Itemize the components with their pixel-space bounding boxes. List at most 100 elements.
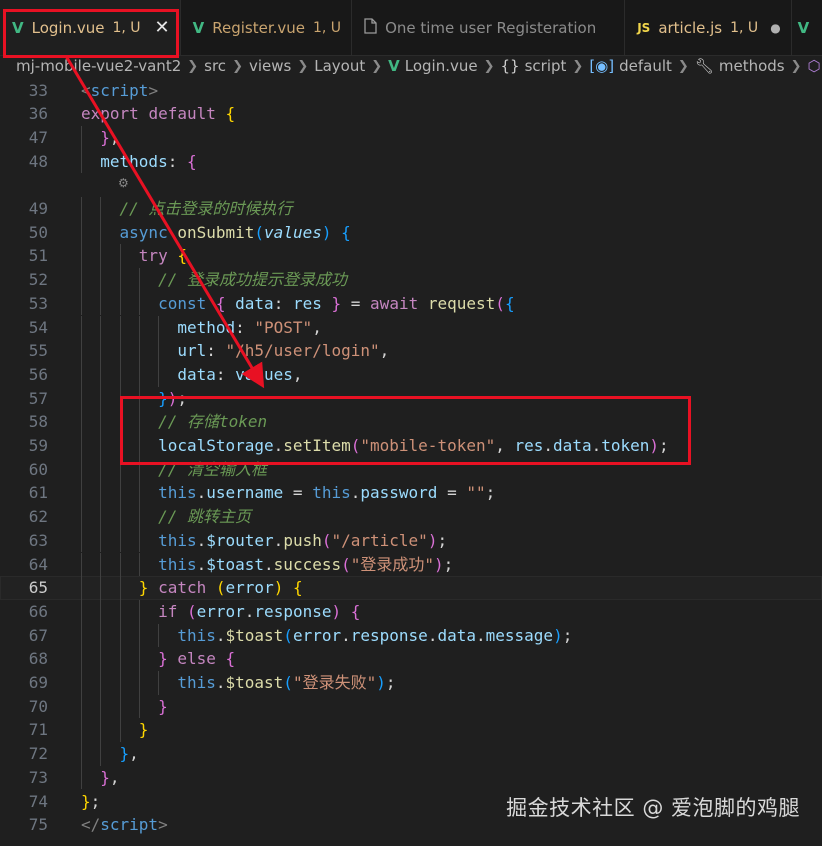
line-number: 54	[28, 317, 48, 337]
code-line[interactable]: 55 url: "/h5/user/login",	[0, 339, 822, 363]
code-token: (	[215, 578, 226, 598]
code-line[interactable]: 54 method: "POST",	[0, 315, 822, 340]
line-number: 59	[28, 436, 48, 455]
code-line[interactable]: 47 },	[0, 125, 822, 150]
method-cube-icon: ⬡	[807, 57, 821, 75]
breadcrumb-methods[interactable]: 🔧︎ methods	[695, 57, 785, 75]
code-line[interactable]: 63 this.$router.push("/article");	[0, 528, 822, 553]
chevron-right-icon: ❯	[187, 58, 199, 74]
codelens-icon[interactable]: ⚙	[118, 176, 129, 190]
code-text: localStorage.setItem("mobile-token", res…	[81, 434, 669, 458]
code-line[interactable]: 64 this.$toast.success("登录成功");	[0, 552, 822, 577]
code-token: if	[158, 601, 178, 621]
code-line[interactable]: 51 try {	[0, 244, 822, 269]
close-icon[interactable]: ✕	[155, 17, 170, 38]
breadcrumb-views[interactable]: views	[249, 57, 291, 75]
code-line[interactable]: 60 // 清空输入框	[0, 457, 822, 482]
code-line[interactable]: 66 if (error.response) {	[0, 599, 822, 624]
code-text: </script>	[81, 813, 168, 837]
breadcrumb-project[interactable]: mj-mobile-vue2-vant2	[16, 57, 181, 75]
code-text: method: "POST",	[81, 316, 322, 340]
line-number: 61	[28, 483, 48, 503]
tab-one-time-user-registration[interactable]: One time user Registeration	[352, 0, 626, 55]
tab-label: Register.vue	[212, 18, 305, 37]
code-token: this	[177, 673, 216, 692]
tab-register-vue[interactable]: V Register.vue 1, U	[181, 0, 353, 55]
code-token: error	[196, 601, 245, 621]
tab-article-js[interactable]: JS article.js 1, U ●	[625, 0, 792, 55]
code-line[interactable]: 58 // 存储token	[0, 410, 822, 434]
code-line[interactable]: 65 } catch (error) {	[0, 576, 822, 600]
code-token: catch	[158, 578, 207, 598]
code-line[interactable]: 67 this.$toast(error.response.data.messa…	[0, 623, 822, 648]
code-line[interactable]: 36 export default {	[0, 102, 822, 126]
code-token: {	[225, 649, 236, 669]
code-token: ;	[90, 791, 101, 811]
breadcrumb-layout[interactable]: Layout	[314, 57, 365, 75]
breadcrumb-file[interactable]: V Login.vue	[388, 57, 477, 75]
code-line[interactable]: 48 methods: {	[0, 149, 822, 174]
code-line[interactable]: 69 this.$toast("登录失败");	[0, 671, 822, 695]
code-text: this.$router.push("/article");	[81, 529, 447, 553]
code-token: {	[350, 601, 361, 621]
code-line[interactable]: 61 this.username = this.password = "";	[0, 481, 822, 506]
code-token: method	[177, 317, 236, 337]
code-token: {	[292, 578, 303, 598]
code-token: ,	[129, 744, 139, 764]
code-token: .	[196, 554, 207, 574]
code-line[interactable]: 33 <script>	[0, 79, 822, 103]
tab-overflow[interactable]: V	[792, 0, 822, 55]
code-text: this.username = this.password = "";	[81, 481, 495, 505]
line-number: 69	[28, 673, 48, 692]
code-token: default	[148, 104, 216, 124]
code-token: .	[273, 436, 284, 455]
file-icon	[364, 17, 377, 38]
code-token: =	[283, 483, 313, 503]
code-line[interactable]: 71 }	[0, 718, 822, 743]
code-line[interactable]: 50 async onSubmit(values) {	[0, 220, 822, 245]
code-line[interactable]: 52 // 登录成功提示登录成功	[0, 268, 822, 292]
code-token: .	[427, 625, 438, 645]
breadcrumb-src[interactable]: src	[204, 57, 226, 75]
code-line[interactable]: 72 },	[0, 742, 822, 766]
breadcrumb-default[interactable]: [◉] default	[589, 57, 672, 75]
code-text: },	[81, 126, 119, 150]
code-token: =	[341, 293, 371, 313]
code-text: },	[81, 742, 139, 766]
code-token: ;	[659, 436, 669, 455]
unsaved-dot-icon[interactable]: ●	[770, 21, 780, 35]
line-number: 60	[28, 459, 48, 479]
line-number: 58	[28, 412, 48, 432]
code-token: )	[273, 578, 284, 598]
code-line[interactable]: 57 });	[0, 386, 822, 411]
code-line[interactable]: 53 const { data: res } = await request({	[0, 291, 822, 316]
code-line[interactable]: 70 }	[0, 694, 822, 719]
code-token: :	[215, 364, 236, 384]
code-line[interactable]: 56 data: values,	[0, 362, 822, 387]
code-line[interactable]: 73 },	[0, 765, 822, 790]
code-token: username	[206, 483, 284, 503]
code-line[interactable]: 62 // 跳转主页	[0, 505, 822, 529]
symbol-variable-icon: [◉]	[589, 57, 615, 75]
code-line[interactable]: 68 } else {	[0, 647, 822, 671]
code-line[interactable]: 49 // 点击登录的时候执行	[0, 197, 822, 221]
breadcrumb-script[interactable]: {} script	[501, 57, 567, 75]
code-token: (	[350, 436, 361, 455]
code-text: } else {	[81, 647, 235, 671]
code-token: url	[177, 341, 207, 361]
tab-login-vue[interactable]: V Login.vue 1, U ✕	[0, 0, 181, 55]
code-editor[interactable]: 33 <script> 36 export default {47 }, 48 meth…	[0, 78, 822, 846]
breadcrumb-onsubmit[interactable]: ⬡ onSu	[808, 57, 822, 75]
code-token: {	[504, 293, 515, 313]
code-token: ,	[379, 341, 390, 361]
vue-icon: V	[797, 18, 810, 37]
code-line[interactable]: 59 localStorage.setItem("mobile-token", …	[0, 434, 822, 458]
code-token: )	[553, 625, 563, 645]
